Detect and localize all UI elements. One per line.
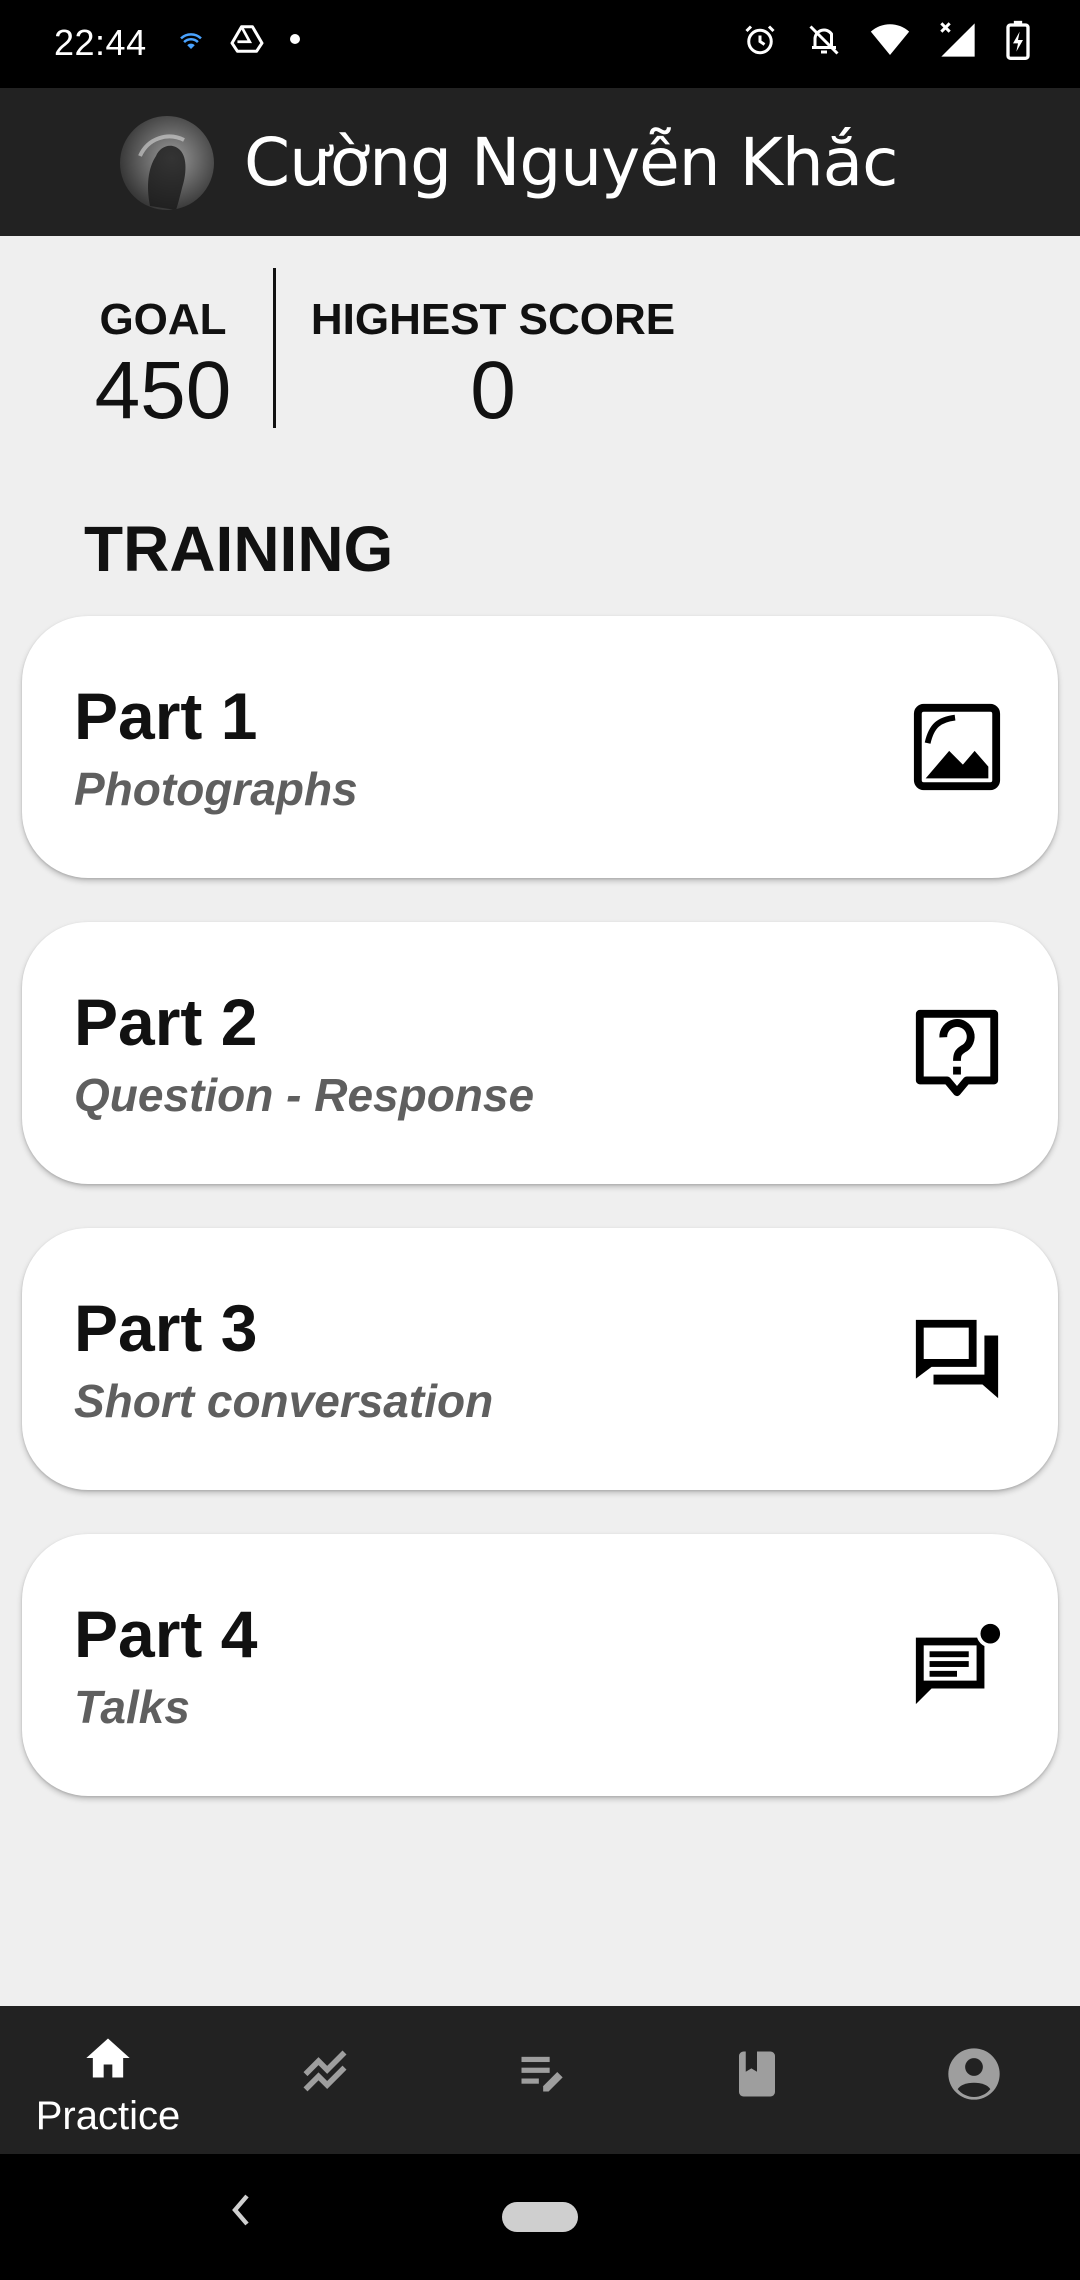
forum-icon <box>915 1319 999 1399</box>
highest-score-value: 0 <box>470 345 516 436</box>
goal-value: 450 <box>94 345 232 436</box>
part-3-card[interactable]: Part 3 Short conversation <box>22 1228 1058 1490</box>
training-title: TRAINING <box>84 513 394 585</box>
back-icon[interactable] <box>226 2190 256 2230</box>
system-navigation-bar <box>0 2154 1080 2280</box>
nav-practice-label: Practice <box>35 2094 181 2138</box>
nav-tests[interactable] <box>432 2006 648 2154</box>
alarm-icon <box>745 25 775 55</box>
stat-divider <box>273 268 276 428</box>
signal-icon <box>940 22 975 57</box>
dot-icon <box>290 34 300 44</box>
highest-score-stat: HIGHEST SCORE 0 <box>308 294 678 436</box>
part-subtitle: Photographs <box>74 763 358 815</box>
wifi-calling-icon <box>180 33 202 49</box>
nav-stats[interactable] <box>216 2006 432 2154</box>
part-title: Part 4 <box>74 1597 258 1671</box>
nav-practice[interactable]: Practice <box>0 2006 216 2154</box>
notifications-off-icon <box>809 25 839 55</box>
drive-icon <box>230 25 264 53</box>
highest-score-label: HIGHEST SCORE <box>310 295 676 344</box>
nav-book[interactable] <box>648 2006 864 2154</box>
app-bar: Cường Nguyễn Khắc <box>0 88 1080 236</box>
part-4-card[interactable]: Part 4 Talks <box>22 1534 1058 1796</box>
user-name: Cường Nguyễn Khắc <box>244 124 898 201</box>
book-icon <box>739 2051 775 2097</box>
home-pill[interactable] <box>502 2202 578 2232</box>
question-bubble-icon <box>915 1009 999 1097</box>
part-2-card[interactable]: Part 2 Question - Response <box>22 922 1058 1184</box>
part-title: Part 1 <box>74 679 258 753</box>
bottom-navigation: Practice <box>0 2006 1080 2154</box>
status-bar: 22:44 <box>0 0 1080 88</box>
announcement-icon <box>915 1619 1004 1705</box>
stats-icon <box>303 2050 347 2092</box>
account-icon <box>948 2048 1000 2100</box>
battery-charging-icon <box>1006 20 1030 60</box>
goal-label: GOAL <box>99 295 227 344</box>
part-subtitle: Short conversation <box>74 1375 494 1427</box>
home-icon <box>86 2038 130 2078</box>
part-title: Part 3 <box>74 1291 258 1365</box>
part-subtitle: Question - Response <box>74 1069 535 1121</box>
wifi-icon <box>870 24 910 55</box>
photo-icon <box>913 703 1001 791</box>
goal-stat: GOAL 450 <box>88 294 238 436</box>
score-summary: GOAL 450 HIGHEST SCORE 0 <box>0 236 1080 456</box>
nav-account[interactable] <box>864 2006 1080 2154</box>
part-title: Part 2 <box>74 985 258 1059</box>
status-time: 22:44 <box>54 22 147 63</box>
avatar[interactable] <box>120 116 214 210</box>
part-subtitle: Talks <box>74 1681 190 1733</box>
edit-list-icon <box>521 2056 563 2092</box>
part-1-card[interactable]: Part 1 Photographs <box>22 616 1058 878</box>
